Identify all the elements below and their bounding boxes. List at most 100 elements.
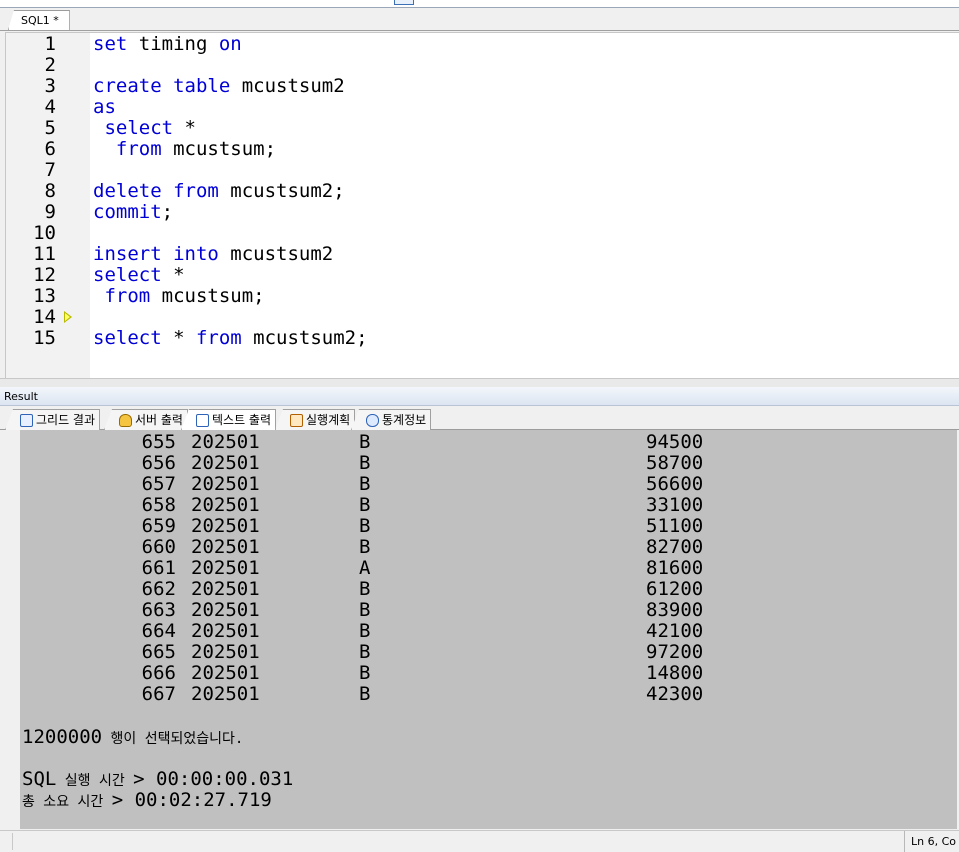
code-line: from mcustsum; <box>93 285 264 307</box>
statistics-icon <box>366 413 379 427</box>
sql-keyword: select <box>104 117 174 139</box>
sql-exec-label: 실행 시간 <box>56 773 134 789</box>
line-number: 13 <box>33 285 56 307</box>
server-output-icon <box>119 413 132 427</box>
result-cell: 202501 <box>191 620 260 642</box>
status-bar: Ln 6, Co <box>0 830 959 852</box>
result-tab[interactable]: 서버 출력 <box>104 409 188 430</box>
line-number: 10 <box>33 222 56 244</box>
line-number: 3 <box>44 75 56 97</box>
result-tab-bar: 그리드 결과 서버 출력 텍스트 출력 실행계획 통계정보 <box>0 407 959 430</box>
line-number: 8 <box>44 180 56 202</box>
result-tab-label: 통계정보 <box>382 413 427 427</box>
result-tab[interactable]: 실행계획 <box>275 409 356 430</box>
output-margin <box>0 430 21 829</box>
result-tab[interactable]: 통계정보 <box>351 409 432 430</box>
sql-keyword: from <box>195 327 242 349</box>
code-line: commit; <box>93 202 173 223</box>
sql-execution-time: SQL 실행 시간 > 00:00:00.031 <box>22 768 293 790</box>
line-number: 1 <box>44 33 56 55</box>
result-cell: 656 <box>141 452 176 474</box>
sql-keyword: create <box>93 75 162 97</box>
result-row: 663 202501 B 83900 <box>20 600 957 621</box>
line-number: 4 <box>44 96 56 118</box>
code-text: timing <box>127 33 219 55</box>
result-row: 656 202501 B 58700 <box>20 453 957 474</box>
window-top-strip <box>0 0 959 8</box>
rows-selected-suffix: 행이 선택되었습니다. <box>102 731 244 747</box>
result-row: 667 202501 B 42300 <box>20 684 957 705</box>
result-cell: 82700 <box>646 536 704 558</box>
result-cell: 33100 <box>646 494 704 516</box>
sql-editor[interactable]: 1 2 3 4 5 6 7 8 9 10 11 12 13 14 15 set timing on creat… <box>5 32 959 379</box>
result-cell: 202501 <box>191 578 260 600</box>
result-cell: B <box>359 494 371 516</box>
splitter-handle[interactable] <box>394 0 414 5</box>
result-row: 660 202501 B 82700 <box>20 537 957 558</box>
result-cell: 202501 <box>191 431 260 453</box>
result-cell: 665 <box>141 641 176 663</box>
rows-selected-count: 1200000 <box>22 726 103 748</box>
sql-keyword: select <box>93 327 162 349</box>
result-cell: 51100 <box>646 515 704 537</box>
code-text: mcustsum2 <box>218 243 334 265</box>
result-panel-title: Result <box>4 390 38 403</box>
tab-sql1[interactable]: SQL1 * <box>8 10 70 30</box>
total-value: > 00:02:27.719 <box>111 789 272 811</box>
sql-keyword: insert <box>93 243 162 265</box>
line-number: 11 <box>33 243 56 265</box>
result-cell: 660 <box>141 536 176 558</box>
execution-plan-icon <box>290 413 303 427</box>
result-cell: B <box>359 536 371 558</box>
result-cell: 666 <box>141 662 176 684</box>
result-cell: B <box>359 515 371 537</box>
current-line-marker-icon <box>64 311 72 323</box>
sql-keyword: from <box>173 180 219 202</box>
result-cell: 42300 <box>646 683 704 705</box>
result-cell: 202501 <box>191 683 260 705</box>
line-number: 15 <box>33 327 56 349</box>
result-tab-label: 텍스트 출력 <box>212 413 272 427</box>
sql-keyword: from <box>104 285 151 307</box>
result-row: 662 202501 B 61200 <box>20 579 957 600</box>
line-number: 2 <box>44 54 56 76</box>
cursor-position: Ln 6, Co <box>904 831 959 852</box>
result-cell: 56600 <box>646 473 704 495</box>
result-cell: B <box>359 431 371 453</box>
text-output-panel[interactable]: 655 202501 B 94500 656 202501 B 58700 657 202501 B… <box>20 430 957 829</box>
result-cell: B <box>359 578 371 600</box>
text-output-icon <box>196 413 209 427</box>
result-cell: 83900 <box>646 599 704 621</box>
result-cell: 658 <box>141 494 176 516</box>
rows-selected-message: 1200000 행이 선택되었습니다. <box>22 726 243 748</box>
sql-keyword: select <box>93 264 162 286</box>
result-tab[interactable]: 텍스트 출력 <box>181 409 277 430</box>
sql-exec-value: > 00:00:00.031 <box>133 768 294 790</box>
result-cell: 663 <box>141 599 176 621</box>
result-cell: B <box>359 473 371 495</box>
result-row: 665 202501 B 97200 <box>20 642 957 663</box>
result-cell: B <box>359 683 371 705</box>
grid-icon <box>20 413 33 427</box>
result-row: 661 202501 A 81600 <box>20 558 957 579</box>
result-cell: 202501 <box>191 641 260 663</box>
sql-exec-prefix: SQL <box>22 768 57 790</box>
code-line: create table mcustsum2 <box>93 76 345 97</box>
total-label: 총 소요 시간 <box>22 794 112 810</box>
result-cell: 202501 <box>191 515 260 537</box>
result-cell: B <box>359 599 371 621</box>
result-tab[interactable]: 그리드 결과 <box>5 409 101 430</box>
result-cell: 662 <box>141 578 176 600</box>
result-cell: 655 <box>141 431 176 453</box>
result-cell: 97200 <box>646 641 704 663</box>
result-cell: 14800 <box>646 662 704 684</box>
result-cell: 202501 <box>191 557 260 579</box>
result-row: 657 202501 B 56600 <box>20 474 957 495</box>
result-cell: 659 <box>141 515 176 537</box>
result-cell: 94500 <box>646 431 704 453</box>
result-cell: 202501 <box>191 473 260 495</box>
sql-keyword: on <box>218 33 242 55</box>
